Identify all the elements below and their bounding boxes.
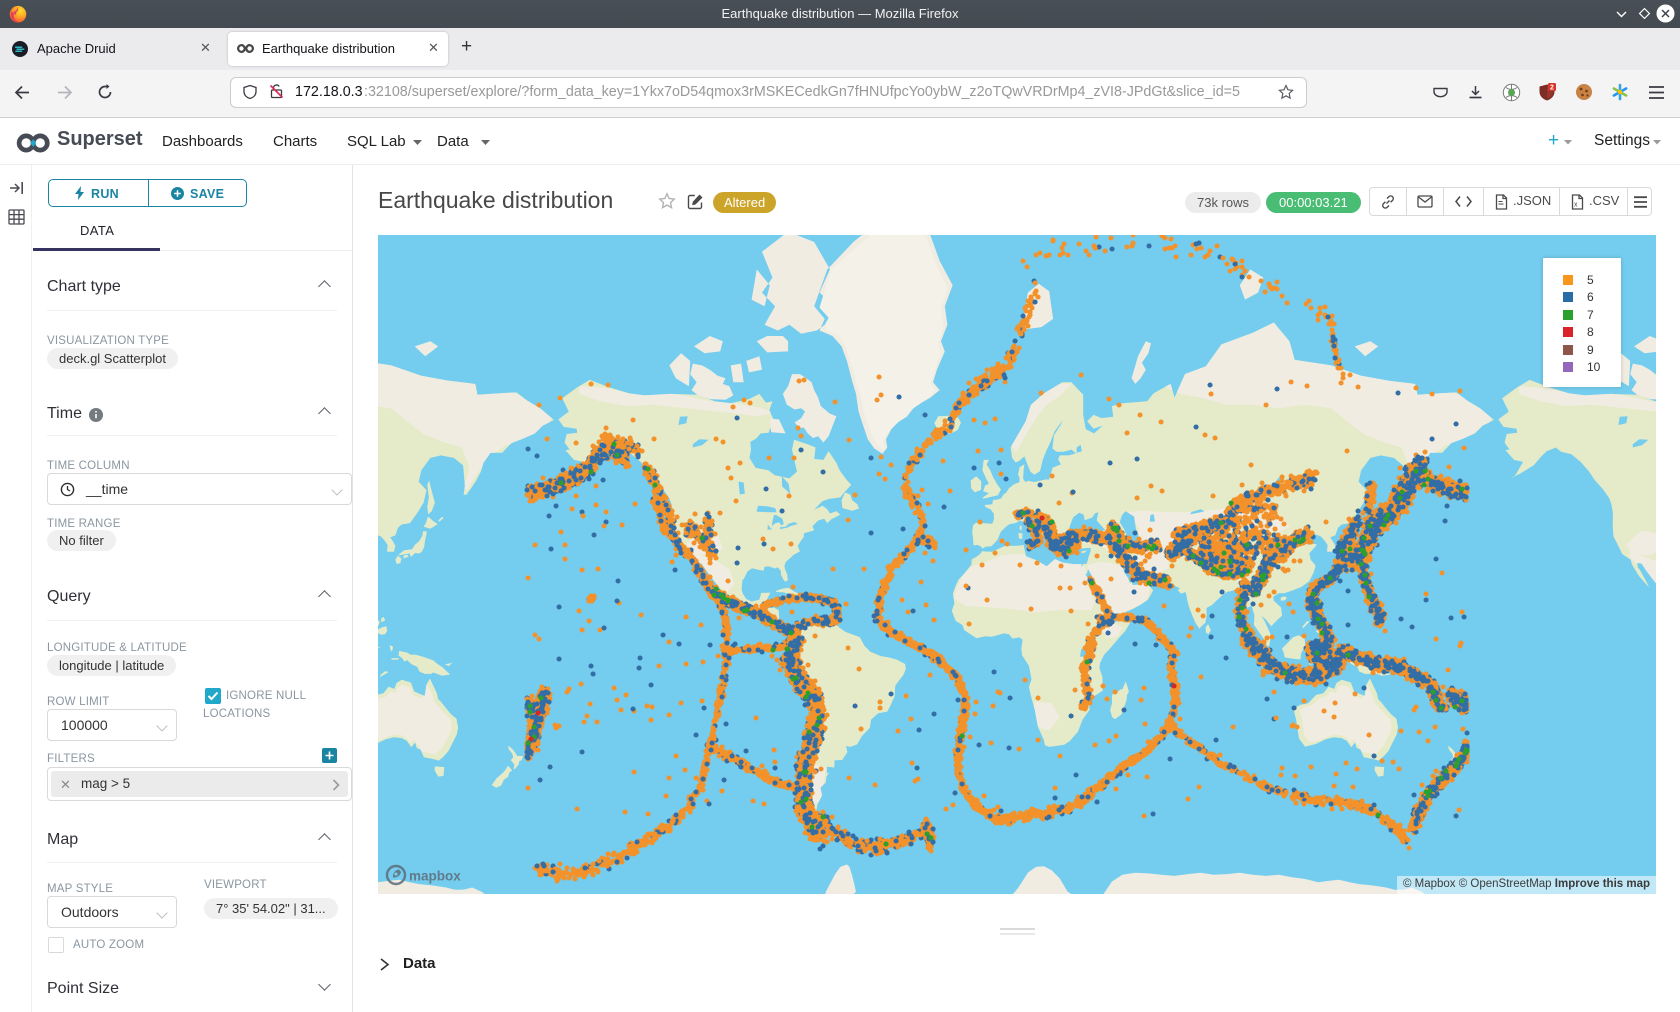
svg-text:x: x bbox=[1574, 202, 1578, 209]
svg-text:mapbox: mapbox bbox=[409, 869, 461, 884]
svg-text:2: 2 bbox=[1550, 84, 1554, 91]
